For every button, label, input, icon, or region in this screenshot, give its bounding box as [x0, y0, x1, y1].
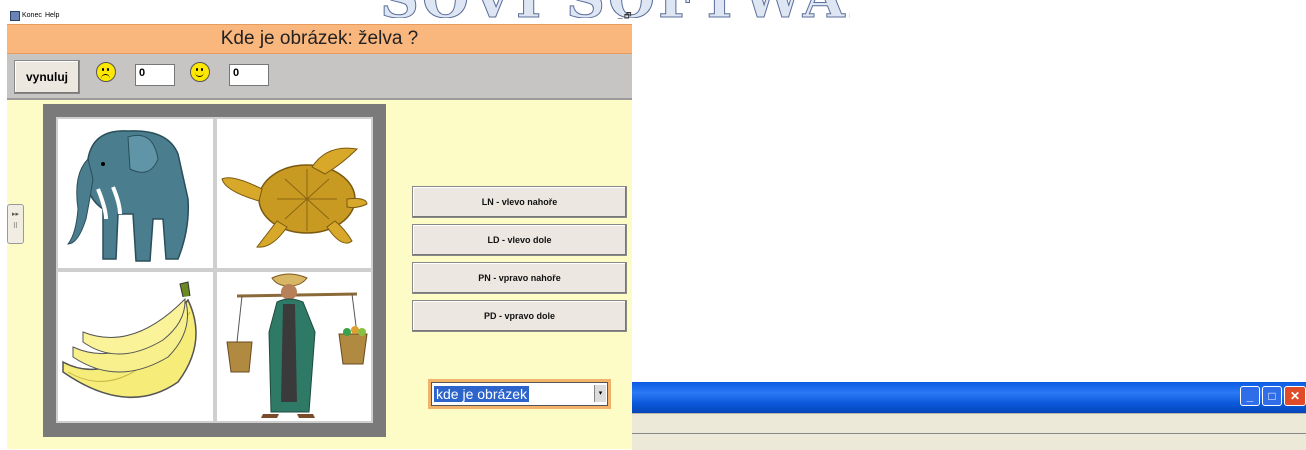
image-cell-top-left[interactable] [56, 117, 215, 270]
question-title: Kde je obrázek: želva ? [7, 24, 632, 54]
turtle-image [221, 147, 368, 248]
wrong-score-field[interactable]: 0 [135, 64, 175, 86]
answer-button-pd[interactable]: PD - vpravo dole [412, 300, 627, 332]
menu-bar: Konec Help _ 🗗 [7, 9, 632, 23]
image-cell-bottom-left[interactable] [56, 270, 215, 423]
image-cell-bottom-right[interactable] [215, 270, 373, 423]
smiley-icon [96, 62, 116, 82]
minimize-button[interactable]: _ [618, 10, 622, 19]
water-carrier-image [226, 273, 368, 418]
elephant-image [66, 130, 190, 262]
side-panel-handle[interactable]: ▸▸ ⠿ [7, 204, 24, 244]
bananas-image [62, 281, 197, 399]
answer-button-pn[interactable]: PN - vpravo nahoře [412, 262, 627, 294]
image-cell-top-right[interactable] [215, 117, 373, 270]
chevron-down-icon[interactable]: ▾ [594, 385, 606, 402]
close-button[interactable]: ✕ [1284, 386, 1306, 406]
menu-item-konec[interactable]: Konec [22, 12, 42, 19]
minimize-button[interactable]: _ [1240, 386, 1260, 406]
toolbar: vynuluj 0 0 [7, 54, 632, 100]
restore-button[interactable]: 🗗 [624, 10, 632, 24]
smiley-icon [190, 62, 210, 82]
image-grid [43, 104, 386, 437]
answer-button-ln[interactable]: LN - vlevo nahoře [412, 186, 627, 218]
reset-button[interactable]: vynuluj [14, 60, 80, 94]
mode-select-value: kde je obrázek [434, 386, 530, 402]
right-score-field[interactable]: 0 [229, 64, 269, 86]
mode-select[interactable]: kde je obrázek ▾ [428, 379, 611, 409]
maximize-button[interactable]: □ [1262, 386, 1282, 406]
menu-strip [632, 413, 1306, 450]
answer-button-ld[interactable]: LD - vlevo dole [412, 224, 627, 256]
menu-item-help[interactable]: Help [45, 12, 59, 19]
window-title-bar: _ □ ✕ [632, 382, 1306, 413]
app-icon [10, 11, 20, 21]
